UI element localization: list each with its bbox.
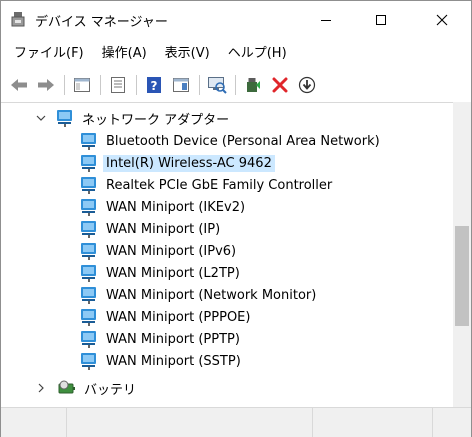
tree-category-battery[interactable]: バッテリ bbox=[35, 377, 139, 399]
title-bar[interactable]: デバイス マネージャー bbox=[1, 1, 471, 39]
network-adapter-icon bbox=[81, 133, 96, 150]
tree-item-label: Bluetooth Device (Personal Area Network) bbox=[106, 133, 380, 149]
svg-text:?: ? bbox=[150, 79, 157, 93]
vertical-scrollbar[interactable] bbox=[453, 102, 471, 407]
scrollbar-thumb[interactable] bbox=[455, 226, 469, 326]
console-tree-icon bbox=[73, 78, 90, 92]
properties-icon bbox=[110, 77, 125, 93]
tree-item-device[interactable]: WAN Miniport (PPPOE) bbox=[79, 306, 253, 328]
maximize-icon bbox=[376, 15, 386, 25]
view-button[interactable] bbox=[168, 73, 193, 97]
tree-item-label: WAN Miniport (IPv6) bbox=[106, 243, 237, 259]
scan-hardware-icon bbox=[207, 77, 227, 94]
tree-item-label: Intel(R) Wireless-AC 9462 bbox=[103, 154, 275, 172]
update-driver-icon bbox=[246, 78, 260, 92]
network-adapter-icon bbox=[81, 309, 96, 326]
help-icon: ? bbox=[146, 77, 161, 93]
toolbar-separator bbox=[199, 75, 200, 95]
tree-item-device[interactable]: WAN Miniport (L2TP) bbox=[79, 262, 243, 284]
tree-category-network-adapters[interactable]: ネットワーク アダプター bbox=[35, 107, 232, 129]
minimize-button[interactable] bbox=[303, 1, 349, 39]
device-tree[interactable]: ネットワーク アダプター Bluetooth Device (Personal … bbox=[1, 102, 453, 407]
view-icon bbox=[172, 78, 189, 92]
tree-item-device[interactable]: Realtek PCIe GbE Family Controller bbox=[79, 174, 335, 196]
forward-button[interactable] bbox=[33, 73, 58, 97]
toolbar-separator bbox=[235, 75, 236, 95]
tree-item-device-selected[interactable]: Intel(R) Wireless-AC 9462 bbox=[79, 152, 275, 174]
minimize-icon bbox=[321, 20, 331, 21]
tree-item-label: WAN Miniport (Network Monitor) bbox=[106, 287, 317, 303]
disable-device-button[interactable] bbox=[294, 73, 319, 97]
status-panel bbox=[67, 408, 313, 437]
properties-button[interactable] bbox=[105, 73, 130, 97]
menu-view[interactable]: 表示(V) bbox=[156, 43, 219, 65]
scan-hardware-button[interactable] bbox=[204, 73, 229, 97]
close-icon bbox=[436, 14, 448, 26]
uninstall-device-button[interactable] bbox=[267, 73, 292, 97]
chevron-down-icon[interactable] bbox=[35, 112, 47, 124]
status-panel bbox=[313, 408, 433, 437]
network-adapter-category-icon bbox=[57, 110, 72, 127]
network-adapter-icon bbox=[81, 221, 96, 238]
close-button[interactable] bbox=[419, 1, 465, 39]
back-arrow-icon bbox=[10, 79, 27, 91]
tree-item-device[interactable]: WAN Miniport (IP) bbox=[79, 218, 223, 240]
update-driver-button[interactable] bbox=[240, 73, 265, 97]
uninstall-icon bbox=[272, 77, 287, 93]
tree-item-label: WAN Miniport (SSTP) bbox=[106, 353, 241, 369]
toolbar: ? bbox=[1, 69, 471, 101]
tree-item-label: WAN Miniport (PPTP) bbox=[106, 331, 240, 347]
tree-item-label: WAN Miniport (L2TP) bbox=[106, 265, 240, 281]
toolbar-separator bbox=[64, 75, 65, 95]
network-adapter-icon bbox=[81, 331, 96, 348]
help-button[interactable]: ? bbox=[141, 73, 166, 97]
device-manager-window: デバイス マネージャー ファイル(F) 操作(A) 表示(V) ヘルプ(H) ?… bbox=[0, 0, 472, 437]
network-adapter-icon bbox=[81, 265, 96, 282]
tree-item-device[interactable]: WAN Miniport (IPv6) bbox=[79, 240, 239, 262]
chevron-right-icon[interactable] bbox=[35, 382, 47, 394]
tree-item-label: WAN Miniport (PPPOE) bbox=[106, 309, 251, 325]
tree-category-label: ネットワーク アダプター bbox=[82, 112, 230, 128]
tree-item-label: Realtek PCIe GbE Family Controller bbox=[106, 177, 333, 193]
network-adapter-icon bbox=[81, 287, 96, 304]
network-adapter-icon bbox=[81, 155, 96, 172]
network-adapter-icon bbox=[81, 353, 96, 370]
tree-item-device[interactable]: Bluetooth Device (Personal Area Network) bbox=[79, 130, 383, 152]
network-adapter-icon bbox=[81, 243, 96, 260]
menu-file[interactable]: ファイル(F) bbox=[5, 43, 93, 65]
tree-item-device[interactable]: WAN Miniport (IKEv2) bbox=[79, 196, 248, 218]
back-button[interactable] bbox=[6, 73, 31, 97]
tree-item-device[interactable]: WAN Miniport (PPTP) bbox=[79, 328, 243, 350]
toolbar-separator bbox=[136, 75, 137, 95]
maximize-button[interactable] bbox=[358, 1, 404, 39]
forward-arrow-icon bbox=[37, 79, 54, 91]
status-panel bbox=[1, 408, 67, 437]
status-bar bbox=[1, 407, 471, 437]
network-adapter-icon bbox=[81, 177, 96, 194]
console-tree-button[interactable] bbox=[69, 73, 94, 97]
tree-item-label: WAN Miniport (IKEv2) bbox=[106, 199, 246, 215]
toolbar-separator bbox=[100, 75, 101, 95]
tree-item-device[interactable]: WAN Miniport (Network Monitor) bbox=[79, 284, 319, 306]
tree-category-label: バッテリ bbox=[84, 382, 137, 398]
battery-category-icon bbox=[58, 380, 75, 394]
network-adapter-icon bbox=[81, 199, 96, 216]
menu-help[interactable]: ヘルプ(H) bbox=[219, 43, 296, 65]
tree-item-device[interactable]: WAN Miniport (SSTP) bbox=[79, 350, 244, 372]
menu-bar: ファイル(F) 操作(A) 表示(V) ヘルプ(H) bbox=[1, 39, 471, 69]
menu-action[interactable]: 操作(A) bbox=[93, 43, 156, 65]
device-manager-icon bbox=[11, 12, 25, 27]
tree-item-label: WAN Miniport (IP) bbox=[106, 221, 221, 237]
window-title: デバイス マネージャー bbox=[35, 15, 168, 30]
disable-device-icon bbox=[298, 76, 315, 94]
